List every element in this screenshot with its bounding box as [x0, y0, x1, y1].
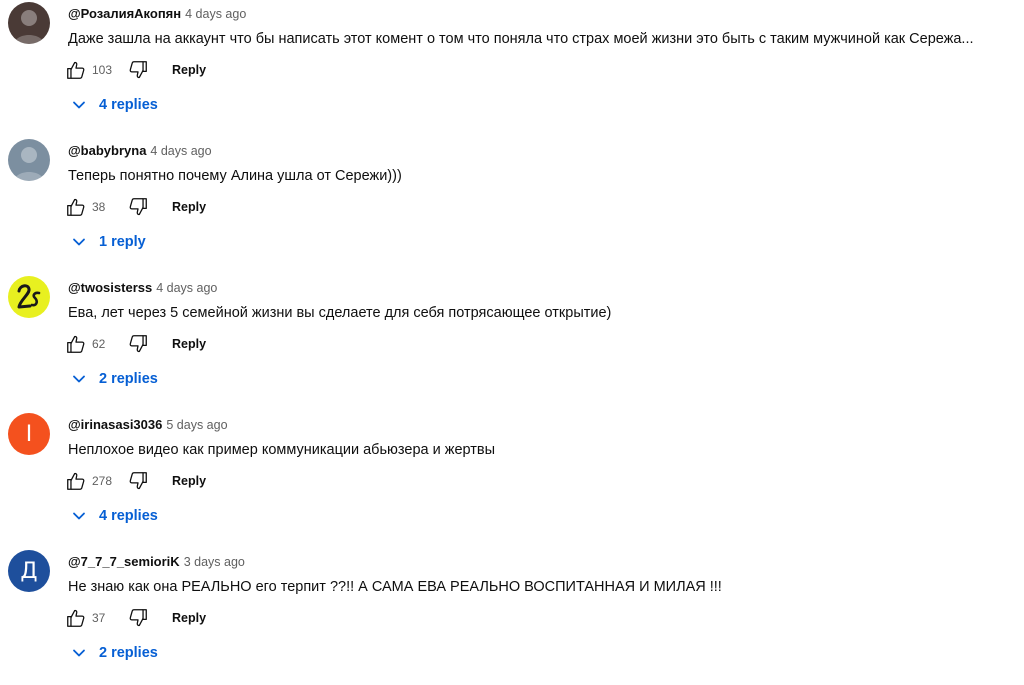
- like-count: 38: [92, 200, 106, 214]
- avatar[interactable]: [8, 276, 50, 318]
- thumb-up-icon: [67, 472, 85, 490]
- replies-count-label: 2 replies: [99, 371, 158, 387]
- thumb-up-icon: [67, 335, 85, 353]
- reply-button[interactable]: Reply: [172, 611, 206, 625]
- comment-header: @РозалияАкопян 4 days ago: [68, 6, 246, 22]
- comment-author[interactable]: @twosisterss: [68, 280, 152, 295]
- comment-text: Теперь понятно почему Алина ушла от Сере…: [68, 168, 402, 184]
- dislike-button[interactable]: [126, 195, 150, 219]
- avatar-letter: Д: [20, 558, 38, 584]
- comment-date[interactable]: 4 days ago: [156, 281, 217, 295]
- like-button[interactable]: [64, 58, 88, 82]
- thumb-down-icon: [129, 472, 147, 490]
- like-button[interactable]: [64, 606, 88, 630]
- avatar-photo: [14, 147, 44, 181]
- comment-author[interactable]: @irinasasi3036: [68, 417, 162, 432]
- comment-date[interactable]: 5 days ago: [166, 418, 227, 432]
- like-count: 103: [92, 63, 113, 77]
- comment-header: @twosisterss 4 days ago: [68, 280, 217, 296]
- dislike-button[interactable]: [126, 469, 150, 493]
- comment-thread: Д @7_7_7_semioriK 3 days ago Не знаю как …: [0, 548, 1024, 685]
- comment-author[interactable]: @РозалияАкопян: [68, 6, 181, 21]
- thumb-up-icon: [67, 61, 85, 79]
- comment-text: Ева, лет через 5 семейной жизни вы сдела…: [68, 305, 612, 321]
- comment-header: @babybryna 4 days ago: [68, 143, 212, 159]
- replies-count-label: 4 replies: [99, 97, 158, 113]
- avatar[interactable]: [8, 2, 50, 44]
- like-count: 62: [92, 337, 106, 351]
- comment-author[interactable]: @babybryna: [68, 143, 146, 158]
- reply-button[interactable]: Reply: [172, 63, 206, 77]
- comment-toolbar: 37 Reply: [64, 606, 206, 630]
- chevron-down-icon: [68, 231, 90, 253]
- comment-toolbar: 278 Reply: [64, 469, 206, 493]
- chevron-down-icon: [68, 642, 90, 664]
- thumb-down-icon: [129, 609, 147, 627]
- comment-header: @7_7_7_semioriK 3 days ago: [68, 554, 245, 570]
- comment-text: Не знаю как она РЕАЛЬНО его терпит ??!! …: [68, 579, 722, 595]
- thumb-down-icon: [129, 198, 147, 216]
- view-replies-button[interactable]: 2 replies: [68, 642, 158, 664]
- thumb-up-icon: [67, 198, 85, 216]
- avatar-photo: [14, 10, 44, 44]
- like-button[interactable]: [64, 469, 88, 493]
- thumb-down-icon: [129, 61, 147, 79]
- avatar-logo-icon: [17, 284, 41, 309]
- comment-thread: @babybryna 4 days ago Теперь понятно поче…: [0, 137, 1024, 274]
- reply-button[interactable]: Reply: [172, 474, 206, 488]
- avatar-letter: I: [25, 421, 33, 447]
- chevron-down-icon: [68, 94, 90, 116]
- view-replies-button[interactable]: 1 reply: [68, 231, 146, 253]
- like-count: 278: [92, 474, 113, 488]
- comment-date[interactable]: 4 days ago: [185, 7, 246, 21]
- comment-text: Неплохое видео как пример коммуникации а…: [68, 442, 496, 458]
- like-count: 37: [92, 611, 106, 625]
- comment-thread: I @irinasasi3036 5 days ago Неплохое виде…: [0, 411, 1024, 548]
- comment-text: Даже зашла на аккаунт что бы написать эт…: [68, 31, 974, 47]
- comment-thread: @РозалияАкопян 4 days ago Даже зашла на а…: [0, 0, 1024, 137]
- view-replies-button[interactable]: 2 replies: [68, 368, 158, 390]
- like-button[interactable]: [64, 332, 88, 356]
- reply-button[interactable]: Reply: [172, 200, 206, 214]
- avatar[interactable]: Д: [8, 550, 50, 592]
- comment-header: @irinasasi3036 5 days ago: [68, 417, 228, 433]
- comment-toolbar: 103 Reply: [64, 58, 206, 82]
- replies-count-label: 2 replies: [99, 645, 158, 661]
- comment-date[interactable]: 3 days ago: [184, 555, 245, 569]
- comment-toolbar: 62 Reply: [64, 332, 206, 356]
- dislike-button[interactable]: [126, 606, 150, 630]
- view-replies-button[interactable]: 4 replies: [68, 505, 158, 527]
- comment-date[interactable]: 4 days ago: [150, 144, 211, 158]
- thumb-down-icon: [129, 335, 147, 353]
- like-button[interactable]: [64, 195, 88, 219]
- chevron-down-icon: [68, 368, 90, 390]
- thumb-up-icon: [67, 609, 85, 627]
- comment-thread: @twosisterss 4 days ago Ева, лет через 5 …: [0, 274, 1024, 411]
- avatar[interactable]: [8, 139, 50, 181]
- view-replies-button[interactable]: 4 replies: [68, 94, 158, 116]
- dislike-button[interactable]: [126, 58, 150, 82]
- comment-toolbar: 38 Reply: [64, 195, 206, 219]
- comment-author[interactable]: @7_7_7_semioriK: [68, 554, 180, 569]
- replies-count-label: 4 replies: [99, 508, 158, 524]
- avatar[interactable]: I: [8, 413, 50, 455]
- chevron-down-icon: [68, 505, 90, 527]
- dislike-button[interactable]: [126, 332, 150, 356]
- reply-button[interactable]: Reply: [172, 337, 206, 351]
- replies-count-label: 1 reply: [99, 234, 146, 250]
